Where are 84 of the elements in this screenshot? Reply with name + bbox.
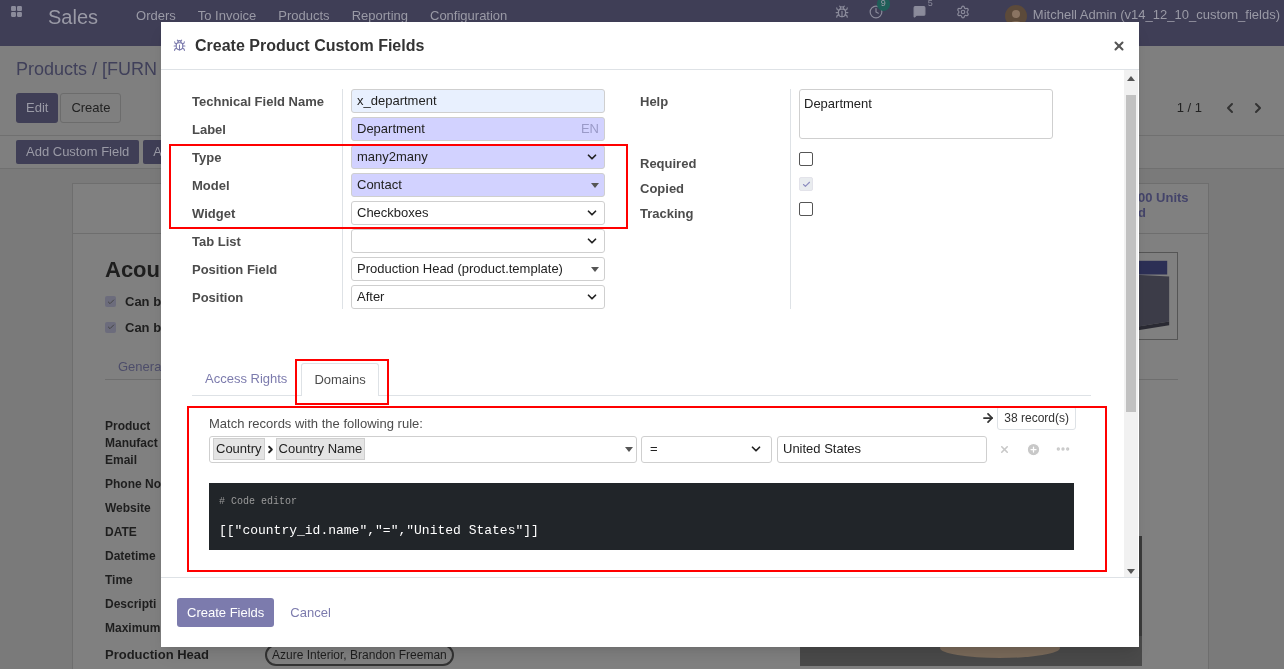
app-name: Sales bbox=[48, 5, 99, 29]
add-icon[interactable] bbox=[1026, 441, 1041, 457]
path-chip: Country Name bbox=[275, 438, 366, 460]
tab[interactable]: Domains bbox=[301, 363, 379, 396]
checkbox[interactable] bbox=[105, 321, 116, 333]
field-label: Position Field bbox=[192, 262, 278, 277]
field-label: Product Manufact Email bbox=[105, 418, 159, 469]
record-title: Acou bbox=[105, 256, 160, 284]
check-icon bbox=[106, 297, 115, 306]
text-field[interactable]: x_department bbox=[351, 89, 605, 113]
field-label: Phone No bbox=[105, 476, 161, 493]
field-label: DATE bbox=[105, 524, 137, 541]
caret-icon bbox=[591, 182, 599, 188]
dropdown-field[interactable]: After bbox=[351, 285, 605, 309]
operator-select[interactable]: = bbox=[641, 435, 772, 463]
record-picker-field[interactable]: Production Head (product.template) bbox=[351, 257, 605, 281]
caret-icon bbox=[591, 266, 599, 272]
bug-icon[interactable] bbox=[834, 5, 849, 19]
scroll-down-icon[interactable] bbox=[1127, 569, 1135, 574]
record-picker-field[interactable]: Contact bbox=[351, 173, 605, 197]
custom-field-button[interactable]: Add Custom Field bbox=[16, 140, 140, 164]
code-editor[interactable]: # Code editor [["country_id.name","=","United States"]] bbox=[209, 482, 1074, 550]
scroll-up-icon[interactable] bbox=[1127, 76, 1135, 81]
settings-icon[interactable] bbox=[955, 5, 970, 19]
user-name[interactable]: Mitchell Admin (v14_12_10_custom_fields) bbox=[1032, 5, 1280, 25]
field-label: Production Head bbox=[105, 646, 210, 665]
close-icon[interactable] bbox=[1112, 38, 1126, 53]
checkbox[interactable] bbox=[105, 296, 116, 308]
checkbox-label: Can b bbox=[125, 318, 162, 337]
cancel-link[interactable]: Cancel bbox=[278, 598, 343, 627]
checkbox[interactable] bbox=[799, 202, 813, 216]
scrollbar-thumb[interactable] bbox=[1126, 95, 1136, 412]
menu-item[interactable]: Configuration bbox=[430, 6, 508, 26]
create-button[interactable]: Create bbox=[60, 93, 122, 123]
arrow-right-icon bbox=[981, 411, 996, 425]
pager: 1 / 1 bbox=[1176, 99, 1202, 118]
check-icon bbox=[801, 179, 811, 189]
checkbox-label: Can b bbox=[125, 293, 162, 311]
field-label: Copied bbox=[640, 181, 685, 196]
bug-icon bbox=[173, 39, 186, 52]
dialog-title: Create Product Custom Fields bbox=[195, 35, 425, 56]
stat-button[interactable]: 00 Units d bbox=[1138, 190, 1200, 233]
dropdown-field[interactable] bbox=[351, 229, 605, 253]
field-label: Label bbox=[192, 122, 226, 137]
menu-item[interactable]: Products bbox=[278, 6, 330, 26]
field-label: Widget bbox=[192, 206, 236, 221]
value-field[interactable]: United States bbox=[777, 435, 987, 463]
field-label: Tracking bbox=[640, 206, 694, 221]
path-chip: Country bbox=[213, 438, 265, 460]
field-label: Help bbox=[640, 94, 669, 109]
field-label: Descripti bbox=[105, 596, 157, 613]
field-label: Position bbox=[192, 290, 244, 305]
check-icon bbox=[106, 323, 115, 332]
checkbox[interactable] bbox=[799, 152, 813, 166]
code-line: [["country_id.name","=","United States"]] bbox=[219, 521, 540, 540]
clock-icon[interactable] bbox=[868, 5, 883, 19]
menu-item[interactable]: Orders bbox=[136, 6, 176, 26]
message-count: 5 bbox=[927, 0, 933, 10]
field-label: Model bbox=[192, 178, 230, 193]
dropdown-field[interactable]: Checkboxes bbox=[351, 201, 605, 225]
activity-count-badge: 9 bbox=[876, 0, 890, 11]
field-label: Tab List bbox=[192, 234, 241, 249]
field-label: Maximum bbox=[105, 620, 161, 637]
create-fields-button[interactable]: Create Fields bbox=[177, 598, 275, 627]
dropdown-field[interactable]: many2many bbox=[351, 145, 605, 169]
help-textarea[interactable]: Department bbox=[799, 89, 1053, 139]
field-label: Required bbox=[640, 156, 697, 171]
field-label: Datetime bbox=[105, 548, 156, 565]
field-path-selector[interactable]: Country Country Name bbox=[209, 435, 637, 463]
field-label: Website bbox=[105, 500, 151, 517]
menu-item[interactable]: To Invoice bbox=[197, 6, 257, 26]
field-label: Time bbox=[105, 572, 133, 589]
edit-button[interactable]: Edit bbox=[16, 93, 59, 123]
delete-icon[interactable] bbox=[999, 443, 1010, 455]
code-comment: # Code editor bbox=[219, 494, 298, 509]
apps-menu-icon[interactable] bbox=[10, 5, 23, 18]
menu-item[interactable]: Reporting bbox=[351, 6, 408, 26]
field-label: Technical Field Name bbox=[192, 94, 324, 109]
caret-icon bbox=[625, 446, 633, 452]
text-field[interactable]: Department EN bbox=[351, 117, 605, 141]
rule-intro: Match records with the following rule: bbox=[209, 415, 423, 433]
scrollbar[interactable] bbox=[1124, 70, 1138, 577]
chat-icon[interactable] bbox=[912, 5, 926, 18]
field-label: Type bbox=[192, 150, 222, 165]
